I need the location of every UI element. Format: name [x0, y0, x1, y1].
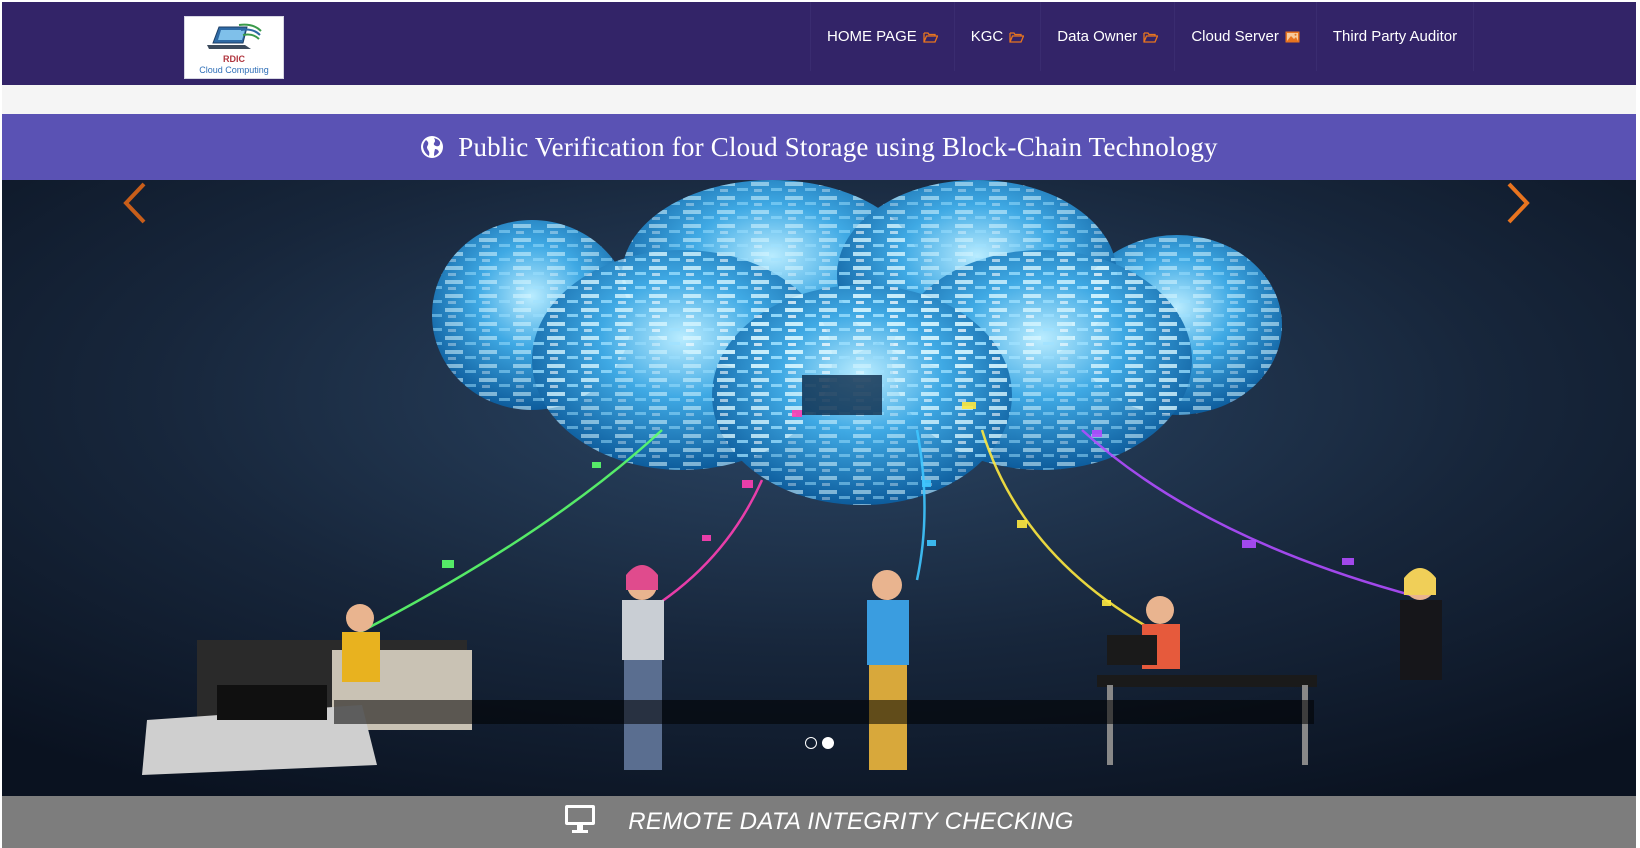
folder-open-icon [1143, 31, 1159, 43]
nav-cloud-server-label: Cloud Server [1191, 28, 1279, 45]
hero-carousel[interactable] [2, 180, 1636, 796]
section-heading-bar: REMOTE DATA INTEGRITY CHECKING [2, 796, 1636, 848]
chevron-right-icon[interactable] [1503, 180, 1533, 226]
nav-third-party-auditor-label: Third Party Auditor [1332, 28, 1458, 45]
laptop-cloud-logo-icon [207, 23, 262, 49]
carousel-dot-2[interactable] [822, 737, 834, 749]
main-nav: HOME PAGE KGC Data Owner Cloud Server Th… [810, 2, 1475, 71]
logo-subtitle: Cloud Computing [199, 65, 269, 75]
monitor-icon [565, 805, 596, 833]
folder-open-icon [923, 31, 938, 43]
chevron-left-icon[interactable] [120, 180, 150, 226]
page-title: Public Verification for Cloud Storage us… [458, 131, 1218, 162]
nav-third-party-auditor[interactable]: Third Party Auditor [1315, 2, 1475, 71]
nav-data-owner[interactable]: Data Owner [1040, 2, 1174, 71]
site-logo[interactable]: RDIC Cloud Computing [184, 16, 284, 79]
spacer-strip [2, 85, 1636, 114]
carousel-caption-bar [334, 700, 1314, 724]
globe-icon [421, 136, 444, 158]
carousel-indicators [805, 737, 834, 749]
nav-kgc[interactable]: KGC [953, 2, 1041, 71]
image-icon [1285, 31, 1300, 42]
carousel-dot-1[interactable] [805, 737, 817, 749]
page-title-bar: Public Verification for Cloud Storage us… [2, 114, 1636, 180]
logo-title: RDIC [223, 54, 245, 64]
folder-open-icon [1009, 31, 1025, 43]
nav-kgc-label: KGC [970, 28, 1004, 45]
section-heading-text: REMOTE DATA INTEGRITY CHECKING [628, 808, 1074, 835]
nav-home-page[interactable]: HOME PAGE [810, 2, 954, 71]
top-navbar: RDIC Cloud Computing HOME PAGE KGC Data … [2, 2, 1636, 85]
nav-data-owner-label: Data Owner [1057, 28, 1138, 45]
nav-home-page-label: HOME PAGE [827, 28, 917, 45]
nav-cloud-server[interactable]: Cloud Server [1174, 2, 1316, 71]
